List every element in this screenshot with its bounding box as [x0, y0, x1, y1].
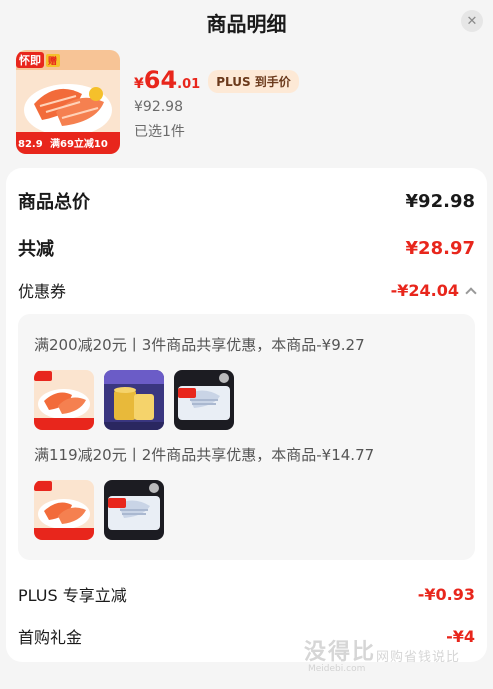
thumb-badge-gift: 赠: [48, 55, 57, 67]
coupon-amount: -¥24.04: [390, 280, 459, 300]
plus-discount-row: PLUS 专享立减 -¥0.93: [18, 582, 475, 606]
page-title: 商品明细: [206, 12, 287, 36]
original-price: ¥92.98: [134, 99, 183, 115]
product-thumb-salmon[interactable]: [34, 480, 94, 540]
coupon-group-text: 满119减20元丨2件商品共享优惠，本商品-¥14.77: [34, 446, 375, 464]
total-discount-label: 共减: [18, 239, 54, 260]
coupon-group-text: 满200减20元丨3件商品共享优惠，本商品-¥9.27: [34, 336, 365, 354]
coupon-row[interactable]: 优惠券 -¥24.04: [18, 278, 477, 302]
shrimp-image: [104, 480, 164, 540]
price-decimal: .01: [177, 77, 201, 92]
coupon-group-products: [34, 370, 234, 430]
watermark-url: Meidebi.com: [308, 664, 366, 674]
product-price: ¥ 64 .01 PLUS 到手价: [134, 66, 299, 96]
salmon-image: 怀即 赠 82.9 满69立减10: [16, 50, 120, 154]
total-discount-value: ¥28.97: [405, 237, 475, 259]
close-icon: ✕: [466, 13, 478, 29]
product-thumbnail[interactable]: 怀即 赠 82.9 满69立减10: [16, 50, 120, 154]
total-price-label: 商品总价: [18, 192, 90, 213]
price-currency: ¥: [134, 76, 144, 92]
watermark-logo: 没得比: [304, 640, 377, 665]
close-button[interactable]: ✕: [461, 10, 483, 32]
product-summary: 怀即 赠 82.9 满69立减10 ¥ 64 .01 PLUS 到手价 ¥92.…: [16, 50, 476, 160]
watermark-slogan: 网购省钱说比: [376, 650, 461, 665]
product-thumb-shrimp[interactable]: [174, 370, 234, 430]
price-integer: 64: [143, 66, 178, 94]
total-price-row: 商品总价 ¥92.98: [18, 188, 475, 214]
coupon-group-products: [34, 480, 164, 540]
thumb-price-hint: 82.9: [18, 139, 43, 150]
selected-count: 已选1件: [134, 124, 185, 140]
price-detail-card: 商品总价 ¥92.98 共减 ¥28.97 优惠券 -¥24.04 满200减2…: [6, 168, 487, 662]
gift-box-image: [104, 370, 164, 430]
chevron-up-icon[interactable]: [465, 286, 477, 299]
salmon-image: [34, 370, 94, 430]
product-thumb-gold-box[interactable]: [104, 370, 164, 430]
watermark: 没得比 网购省钱说比 Meidebi.com: [300, 632, 490, 684]
total-price-value: ¥92.98: [405, 190, 475, 212]
product-thumb-shrimp[interactable]: [104, 480, 164, 540]
thumb-badge-left: 怀即: [19, 53, 41, 67]
total-discount-row: 共减 ¥28.97: [18, 235, 475, 261]
plus-discount-label: PLUS 专享立减: [18, 586, 127, 605]
plus-price-tag: PLUS 到手价: [208, 69, 299, 93]
coupon-value: -¥24.04: [390, 280, 477, 300]
first-purchase-label: 首购礼金: [18, 628, 83, 647]
product-thumb-salmon[interactable]: [34, 370, 94, 430]
modal-header: 商品明细 ✕: [0, 0, 493, 44]
thumb-banner: 满69立减10: [50, 137, 108, 150]
coupon-label: 优惠券: [18, 282, 67, 301]
coupon-details: 满200减20元丨3件商品共享优惠，本商品-¥9.27 满119减20元丨2件商…: [18, 314, 475, 560]
shrimp-image: [174, 370, 234, 430]
salmon-image: [34, 480, 94, 540]
plus-discount-value: -¥0.93: [417, 584, 475, 604]
